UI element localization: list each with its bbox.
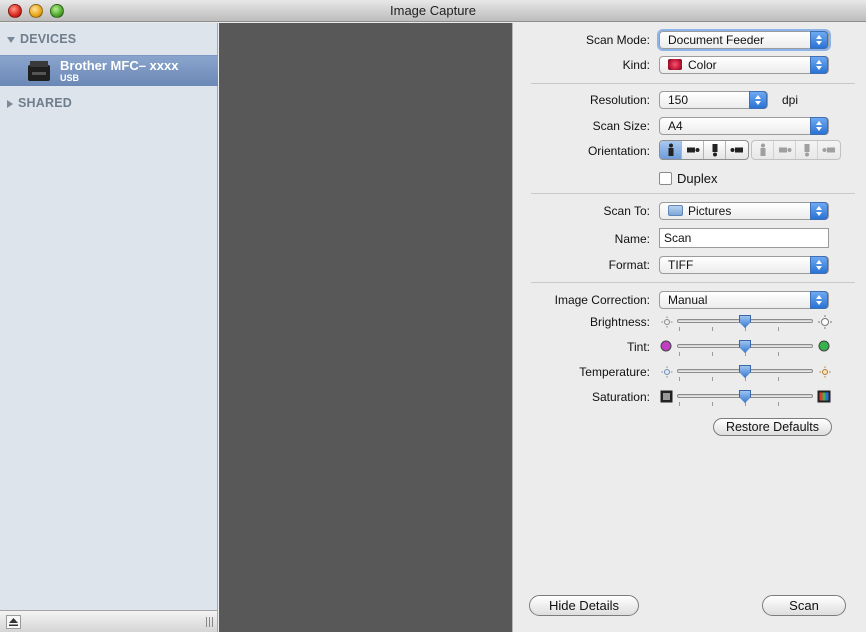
orientation-left-option[interactable] <box>682 141 704 159</box>
popup-arrows-icon <box>810 56 828 74</box>
duplex-label[interactable]: Duplex <box>677 171 717 186</box>
person-right-icon <box>822 147 835 153</box>
person-inverted-icon <box>804 144 809 157</box>
person-left-icon <box>778 147 791 153</box>
grayscale-swatch-icon <box>660 390 673 403</box>
orientation-upright-option[interactable] <box>660 141 682 159</box>
resolution-label: Resolution: <box>589 93 650 107</box>
device-name: Brother MFC– xxxx <box>60 58 179 73</box>
popup-arrows-icon <box>810 291 828 309</box>
device-connection: USB <box>60 73 80 83</box>
person-upright-icon <box>760 143 765 156</box>
name-label: Name: <box>614 232 650 246</box>
sidebar: DEVICES Brother MFC– xxxx USB SHARED <box>0 23 218 610</box>
dim-sun-icon <box>661 316 673 328</box>
scan-preview-area[interactable] <box>219 23 512 632</box>
window-title: Image Capture <box>390 3 476 18</box>
scan-to-label: Scan To: <box>603 204 650 218</box>
orientation-control[interactable] <box>659 140 749 160</box>
sidebar-resize-handle[interactable] <box>206 617 214 627</box>
image-correction-label: Image Correction: <box>554 293 650 307</box>
popup-arrows-icon <box>810 117 828 135</box>
temperature-label: Temperature: <box>579 365 650 379</box>
format-label: Format: <box>608 258 650 272</box>
folder-icon <box>668 205 683 216</box>
eject-icon <box>9 618 18 626</box>
orientation-label: Orientation: <box>587 144 650 158</box>
eject-button[interactable] <box>6 615 21 629</box>
sidebar-footer <box>0 610 218 632</box>
duplex-checkbox[interactable] <box>659 172 672 185</box>
brightness-label: Brightness: <box>589 315 650 329</box>
person-right-icon <box>730 147 743 153</box>
color-swatch-icon <box>817 390 831 403</box>
image-correction-popup[interactable]: Manual <box>659 291 829 309</box>
shared-section-header[interactable]: SHARED <box>7 96 72 110</box>
bright-sun-icon <box>818 315 832 329</box>
resolution-unit: dpi <box>782 93 799 107</box>
scan-button[interactable]: Scan <box>762 595 846 616</box>
popup-arrows-icon <box>810 256 828 274</box>
back-inverted-option <box>796 141 818 159</box>
title-bar: Image Capture <box>0 0 866 22</box>
kind-popup[interactable]: Color <box>659 56 829 74</box>
kind-label: Kind: <box>622 58 650 72</box>
resolution-popup[interactable]: 150 <box>659 91 768 109</box>
scan-size-popup[interactable]: A4 <box>659 117 829 135</box>
popup-arrows-icon <box>749 91 767 109</box>
orientation-inverted-option[interactable] <box>704 141 726 159</box>
magenta-dot-icon <box>660 340 672 352</box>
scan-mode-popup[interactable]: Document Feeder <box>659 31 829 49</box>
green-dot-icon <box>818 340 830 352</box>
scan-mode-label: Scan Mode: <box>585 33 650 47</box>
settings-panel: Scan Mode: Document Feeder Kind: Color R… <box>512 23 866 632</box>
divider <box>531 193 855 194</box>
color-swatch-icon <box>668 59 682 70</box>
back-right-option <box>818 141 840 159</box>
divider <box>531 282 855 283</box>
disclosure-triangle-icon <box>7 99 13 108</box>
format-popup[interactable]: TIFF <box>659 256 829 274</box>
hide-details-button[interactable]: Hide Details <box>529 595 639 616</box>
scan-to-popup[interactable]: Pictures <box>659 202 829 220</box>
scan-size-label: Scan Size: <box>592 119 650 133</box>
cool-sun-icon <box>661 366 673 378</box>
sidebar-item-device[interactable]: Brother MFC– xxxx USB <box>0 55 218 86</box>
divider <box>531 83 855 84</box>
back-upright-option <box>752 141 774 159</box>
devices-section-header[interactable]: DEVICES <box>7 32 76 46</box>
person-left-icon <box>686 147 699 153</box>
restore-defaults-button[interactable]: Restore Defaults <box>713 418 832 436</box>
tint-label: Tint: <box>627 340 650 354</box>
saturation-label: Saturation: <box>591 390 650 404</box>
back-side-orientation-control <box>751 140 841 160</box>
warm-sun-icon <box>819 366 831 378</box>
person-inverted-icon <box>712 144 717 157</box>
popup-arrows-icon <box>810 31 828 49</box>
orientation-right-option[interactable] <box>726 141 748 159</box>
popup-arrows-icon <box>810 202 828 220</box>
back-left-option <box>774 141 796 159</box>
printer-icon <box>28 61 50 81</box>
name-field[interactable]: Scan <box>659 228 829 248</box>
person-upright-icon <box>668 143 673 156</box>
disclosure-triangle-icon <box>7 36 15 43</box>
